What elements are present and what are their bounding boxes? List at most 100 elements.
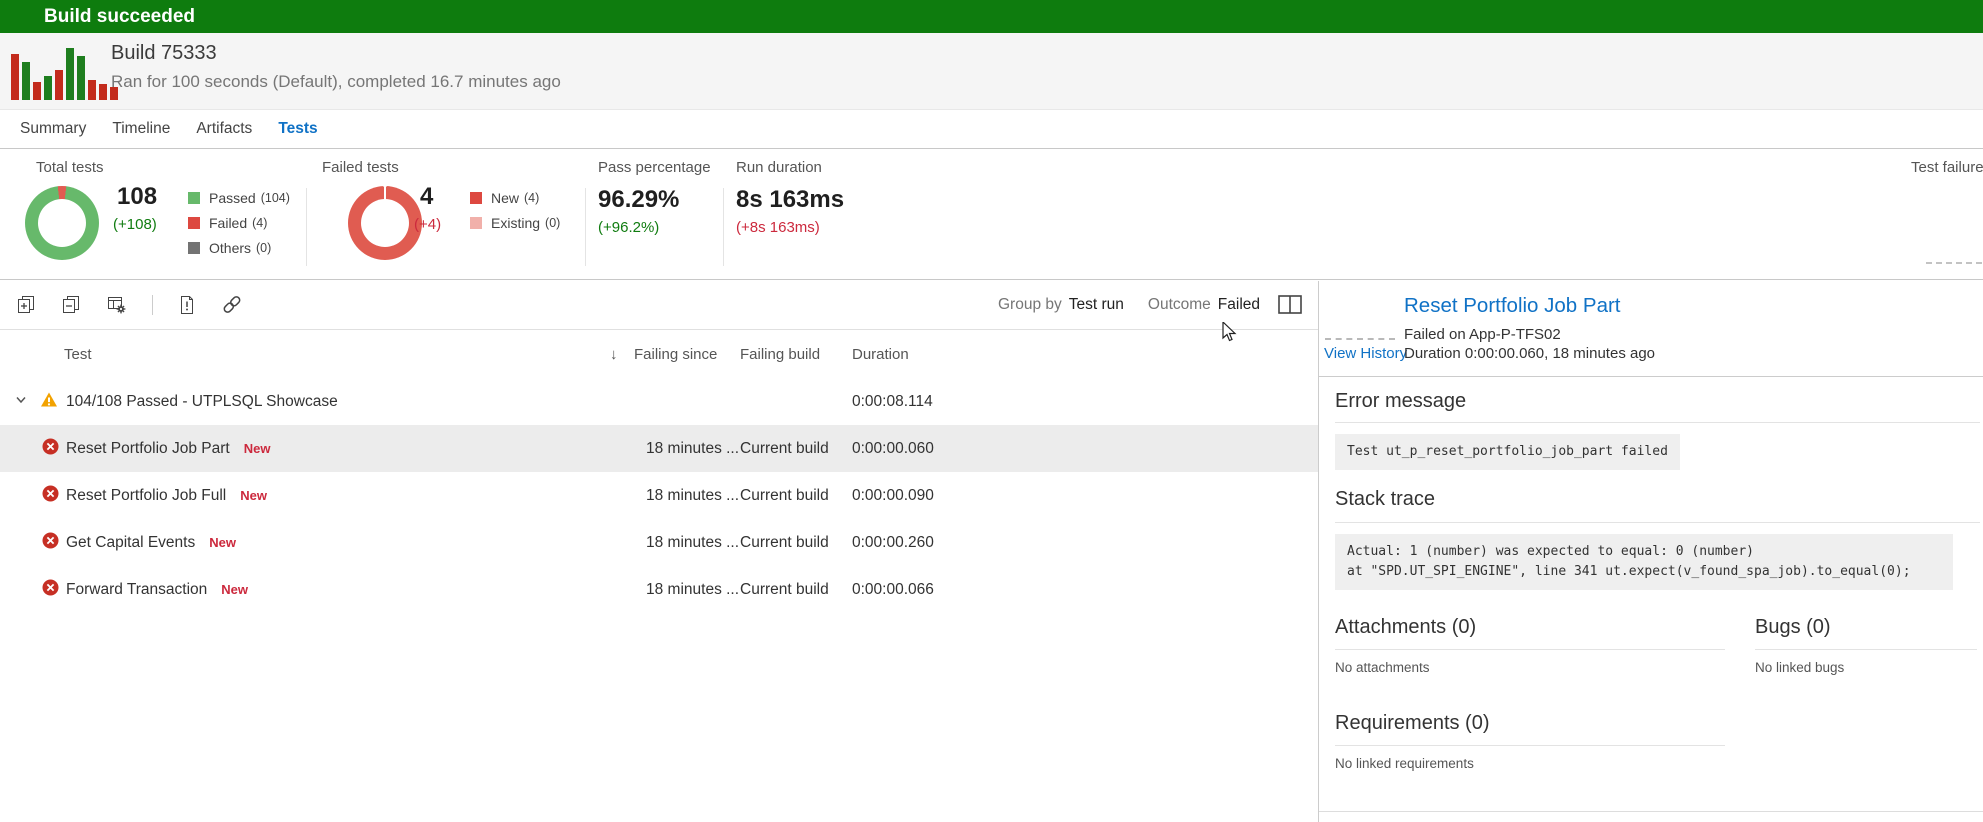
column-header-failing-build[interactable]: Failing build xyxy=(740,346,820,363)
legend-count: (4) xyxy=(252,216,267,230)
histogram-bar xyxy=(44,76,52,100)
column-header-duration[interactable]: Duration xyxy=(852,346,909,363)
report-document-icon xyxy=(178,295,196,315)
legend-label: Existing xyxy=(491,215,540,231)
failed-icon xyxy=(42,532,59,554)
pass-percentage-delta: (+96.2%) xyxy=(598,219,659,236)
results-grid: 104/108 Passed - UTPLSQL Showcase 0:00:0… xyxy=(0,378,1318,613)
existing-swatch-icon xyxy=(470,217,482,229)
tab-summary[interactable]: Summary xyxy=(20,120,86,138)
total-tests-legend: Passed (104) Failed (4) Others (0) xyxy=(188,190,290,256)
histogram-bar xyxy=(77,56,85,100)
new-badge: New xyxy=(221,582,248,597)
table-row[interactable]: Reset Portfolio Job PartNew 18 minutes .… xyxy=(0,425,1318,472)
new-badge: New xyxy=(209,535,236,550)
failed-tests-value: 4 xyxy=(420,183,433,211)
copy-link-button[interactable] xyxy=(221,294,243,315)
results-toolbar: Group by Test run Outcome Failed xyxy=(0,281,1318,330)
total-tests-delta: (+108) xyxy=(113,216,157,233)
total-tests-donut-chart xyxy=(25,186,99,260)
group-by-label: Group by xyxy=(998,296,1062,314)
requirements-empty-text: No linked requirements xyxy=(1335,756,1474,771)
passed-swatch-icon xyxy=(188,192,200,204)
test-name: Get Capital Events xyxy=(66,534,195,551)
new-badge: New xyxy=(240,488,267,503)
legend-label: New xyxy=(491,190,519,206)
tests-content: Group by Test run Outcome Failed Test ↓ … xyxy=(0,281,1983,822)
pass-percentage-label: Pass percentage xyxy=(598,159,711,176)
test-summary-strip: Total tests 108 (+108) Passed (104) Fail… xyxy=(0,150,1983,280)
duration-cell: 0:00:00.090 xyxy=(852,487,934,505)
duration-cell: 0:00:00.060 xyxy=(852,440,934,458)
failed-tests-delta: (+4) xyxy=(414,216,441,233)
test-failures-trend-label: Test failure xyxy=(1911,159,1983,176)
mouse-cursor xyxy=(1222,322,1238,349)
chevron-down-icon[interactable] xyxy=(14,392,28,411)
tab-timeline[interactable]: Timeline xyxy=(112,120,170,138)
stack-trace-line: at "SPD.UT_SPI_ENGINE", line 341 ut.expe… xyxy=(1347,562,1941,582)
detail-duration-text: Duration 0:00:00.060, 18 minutes ago xyxy=(1404,345,1655,362)
test-detail-panel: Reset Portfolio Job Part Failed on App-P… xyxy=(1318,281,1983,822)
divider xyxy=(306,188,307,266)
build-header: Build 75333 Ran for 100 seconds (Default… xyxy=(0,33,1983,110)
collapse-all-icon xyxy=(61,295,81,315)
attachments-heading: Attachments (0) xyxy=(1335,616,1476,639)
error-message-heading: Error message xyxy=(1335,390,1466,413)
column-header-test[interactable]: Test xyxy=(64,346,92,363)
view-history-link[interactable]: View History xyxy=(1324,345,1407,362)
histogram-bar xyxy=(22,62,30,100)
others-swatch-icon xyxy=(188,242,200,254)
histogram-bar xyxy=(66,48,74,100)
toggle-details-pane-button[interactable] xyxy=(1278,295,1302,314)
results-grid-header: Test ↓ Failing since Failing build Durat… xyxy=(0,330,1318,378)
bugs-heading: Bugs (0) xyxy=(1755,616,1831,639)
legend-label: Failed xyxy=(209,215,247,231)
divider xyxy=(1755,649,1977,650)
test-results-pane: Group by Test run Outcome Failed Test ↓ … xyxy=(0,281,1318,822)
run-duration-label: Run duration xyxy=(736,159,822,176)
collapse-all-button[interactable] xyxy=(61,295,81,315)
failing-since-cell: 18 minutes ... xyxy=(646,581,739,599)
expand-all-icon xyxy=(16,295,36,315)
table-row[interactable]: Reset Portfolio Job FullNew 18 minutes .… xyxy=(0,472,1318,519)
legend-item-passed: Passed (104) xyxy=(188,190,290,206)
detail-sections: Error message Test ut_p_reset_portfolio_… xyxy=(1335,376,1983,822)
failing-since-cell: 18 minutes ... xyxy=(646,534,739,552)
column-options-button[interactable] xyxy=(106,295,127,315)
legend-label: Passed xyxy=(209,190,256,206)
build-histogram-icon xyxy=(11,44,118,100)
divider xyxy=(1335,522,1980,523)
build-status-label: Build succeeded xyxy=(44,6,195,27)
legend-item-existing: Existing (0) xyxy=(470,215,560,231)
legend-item-failed: Failed (4) xyxy=(188,215,290,231)
attachments-empty-text: No attachments xyxy=(1335,660,1430,675)
histogram-bar xyxy=(55,70,63,100)
new-swatch-icon xyxy=(470,192,482,204)
failed-tests-legend: New (4) Existing (0) xyxy=(470,190,560,231)
histogram-bar xyxy=(11,54,19,100)
total-tests-label: Total tests xyxy=(36,159,104,176)
build-subtitle: Ran for 100 seconds (Default), completed… xyxy=(111,72,561,92)
test-group-row[interactable]: 104/108 Passed - UTPLSQL Showcase 0:00:0… xyxy=(0,378,1318,425)
test-name: Reset Portfolio Job Part xyxy=(66,440,230,457)
failed-icon xyxy=(42,438,59,460)
failing-build-cell: Current build xyxy=(740,487,829,505)
legend-item-others: Others (0) xyxy=(188,240,290,256)
build-tab-bar: Summary Timeline Artifacts Tests xyxy=(0,110,1983,149)
tab-tests[interactable]: Tests xyxy=(278,120,317,138)
expand-all-button[interactable] xyxy=(16,295,36,315)
failed-tests-donut-chart xyxy=(348,186,422,260)
run-report-button[interactable] xyxy=(178,295,196,315)
tab-artifacts[interactable]: Artifacts xyxy=(196,120,252,138)
failing-since-cell: 18 minutes ... xyxy=(646,440,739,458)
failed-tests-label: Failed tests xyxy=(322,159,399,176)
table-row[interactable]: Forward TransactionNew 18 minutes ... Cu… xyxy=(0,566,1318,613)
failing-build-cell: Current build xyxy=(740,534,829,552)
bugs-empty-text: No linked bugs xyxy=(1755,660,1844,675)
toolbar-separator xyxy=(152,295,153,315)
column-header-failing-since[interactable]: Failing since xyxy=(634,346,717,363)
outcome-select[interactable]: Failed xyxy=(1218,296,1260,314)
group-by-select[interactable]: Test run xyxy=(1069,296,1124,314)
group-row-title: 104/108 Passed - UTPLSQL Showcase xyxy=(66,393,338,411)
table-row[interactable]: Get Capital Events New 18 minutes ... Cur… xyxy=(0,519,1318,566)
